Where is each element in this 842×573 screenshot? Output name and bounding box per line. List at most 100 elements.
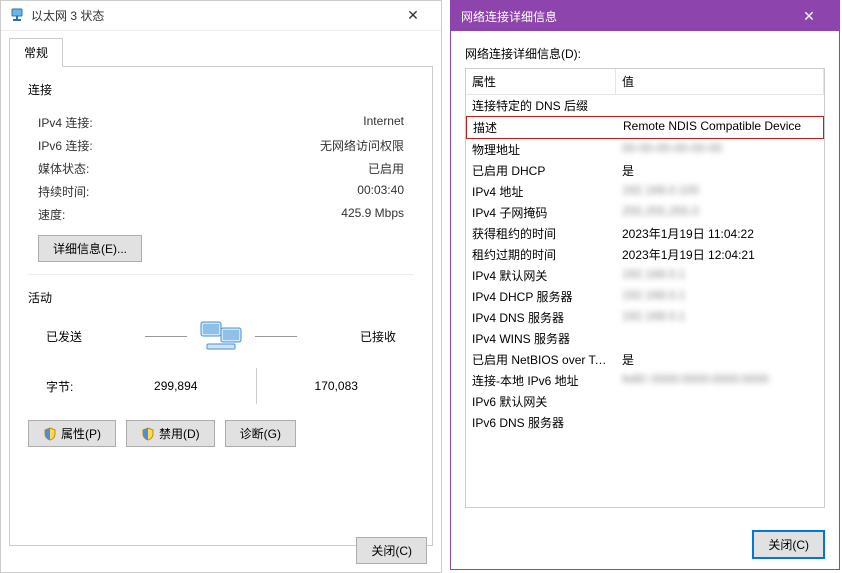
disable-button-label: 禁用(D) — [159, 425, 200, 442]
table-row[interactable]: 已启用 NetBIOS over Tc...是 — [466, 349, 824, 370]
duration-value: 00:03:40 — [357, 183, 404, 200]
bytes-recv: 170,083 — [277, 379, 397, 393]
connection-group: 连接 IPv4 连接: Internet IPv6 连接: 无网络访问权限 媒体状态… — [28, 81, 414, 266]
dash-right — [255, 336, 297, 337]
footer: 关闭(C) — [752, 530, 825, 559]
value-cell — [616, 412, 824, 433]
media-label: 媒体状态: — [38, 160, 89, 177]
properties-button-label: 属性(P) — [61, 425, 101, 442]
sent-label: 已发送 — [46, 328, 82, 345]
table-row[interactable]: 连接-本地 IPv6 地址fe80::0000:0000:0000:0000 — [466, 370, 824, 391]
property-cell: 物理地址 — [466, 139, 616, 160]
action-button-row: 属性(P) 禁用(D) 诊断(G) — [28, 420, 414, 447]
table-row[interactable]: IPv4 DNS 服务器192.168.0.1 — [466, 307, 824, 328]
bytes-separator — [256, 368, 257, 404]
value-cell: 2023年1月19日 12:04:21 — [616, 244, 824, 265]
computers-icon — [197, 316, 245, 356]
disable-button[interactable]: 禁用(D) — [126, 420, 215, 447]
value-cell: 192.168.0.1 — [616, 265, 824, 286]
activity-group: 活动 已发送 已接收 字节: 299,8 — [28, 289, 414, 404]
properties-button[interactable]: 属性(P) — [28, 420, 116, 447]
table-row[interactable]: IPv6 默认网关 — [466, 391, 824, 412]
details-table: 属性 值 连接特定的 DNS 后缀描述Remote NDIS Compatibl… — [465, 68, 825, 508]
tab-general[interactable]: 常规 — [9, 38, 63, 67]
table-row[interactable]: IPv4 默认网关192.168.0.1 — [466, 265, 824, 286]
property-cell: 获得租约的时间 — [466, 223, 616, 244]
value-cell: 是 — [616, 160, 824, 181]
table-row[interactable]: IPv6 DNS 服务器 — [466, 412, 824, 433]
value-cell: 2023年1月19日 11:04:22 — [616, 223, 824, 244]
ipv4-value: Internet — [363, 114, 404, 131]
table-row[interactable]: IPv4 子网掩码255.255.255.0 — [466, 202, 824, 223]
ethernet-status-window: 以太网 3 状态 ✕ 常规 连接 IPv4 连接: Internet IPv6 连… — [0, 0, 442, 573]
ipv6-value: 无网络访问权限 — [320, 137, 404, 154]
close-icon[interactable]: ✕ — [393, 1, 433, 31]
table-row[interactable]: 租约过期的时间2023年1月19日 12:04:21 — [466, 244, 824, 265]
table-row[interactable]: 已启用 DHCP是 — [466, 160, 824, 181]
ipv6-label: IPv6 连接: — [38, 137, 93, 154]
property-cell: IPv6 DNS 服务器 — [466, 412, 616, 433]
value-cell: 255.255.255.0 — [616, 202, 824, 223]
activity-group-title: 活动 — [28, 289, 414, 306]
recv-label: 已接收 — [360, 328, 396, 345]
shield-icon — [141, 427, 155, 441]
media-value: 已启用 — [368, 160, 404, 177]
property-cell: 连接-本地 IPv6 地址 — [466, 370, 616, 391]
table-row[interactable]: 获得租约的时间2023年1月19日 11:04:22 — [466, 223, 824, 244]
value-cell: 是 — [616, 349, 824, 370]
table-row[interactable]: IPv4 地址192.168.0.100 — [466, 181, 824, 202]
value-cell — [616, 328, 824, 349]
speed-label: 速度: — [38, 206, 65, 223]
table-body: 连接特定的 DNS 后缀描述Remote NDIS Compatible Dev… — [466, 95, 824, 433]
window-title: 以太网 3 状态 — [31, 7, 393, 24]
property-cell: 租约过期的时间 — [466, 244, 616, 265]
window-title: 网络连接详细信息 — [461, 8, 789, 25]
close-icon[interactable]: ✕ — [789, 8, 829, 25]
connection-group-title: 连接 — [28, 81, 414, 98]
table-row[interactable]: IPv4 WINS 服务器 — [466, 328, 824, 349]
table-header: 属性 值 — [466, 69, 824, 95]
property-cell: IPv4 DHCP 服务器 — [466, 286, 616, 307]
property-cell: 已启用 DHCP — [466, 160, 616, 181]
duration-label: 持续时间: — [38, 183, 89, 200]
bytes-sent: 299,894 — [116, 379, 236, 393]
value-cell: 00-00-00-00-00-00 — [616, 139, 824, 160]
table-row[interactable]: 物理地址00-00-00-00-00-00 — [466, 139, 824, 160]
value-cell: 192.168.0.1 — [616, 307, 824, 328]
property-cell: IPv4 地址 — [466, 181, 616, 202]
network-icon — [9, 8, 25, 24]
tab-content: 连接 IPv4 连接: Internet IPv6 连接: 无网络访问权限 媒体状态… — [9, 66, 433, 546]
property-cell: IPv4 子网掩码 — [466, 202, 616, 223]
ipv4-label: IPv4 连接: — [38, 114, 93, 131]
table-row[interactable]: 描述Remote NDIS Compatible Device — [466, 116, 824, 139]
header-property[interactable]: 属性 — [466, 69, 616, 94]
tab-row: 常规 — [1, 31, 441, 66]
titlebar: 以太网 3 状态 ✕ — [1, 1, 441, 31]
property-cell: IPv4 DNS 服务器 — [466, 307, 616, 328]
property-cell: 已启用 NetBIOS over Tc... — [466, 349, 616, 370]
footer: 关闭(C) — [356, 537, 427, 564]
titlebar: 网络连接详细信息 ✕ — [451, 1, 839, 31]
value-cell: Remote NDIS Compatible Device — [617, 117, 823, 138]
value-cell: 192.168.0.100 — [616, 181, 824, 202]
shield-icon — [43, 427, 57, 441]
property-cell: IPv4 默认网关 — [466, 265, 616, 286]
close-button[interactable]: 关闭(C) — [356, 537, 427, 564]
network-details-window: 网络连接详细信息 ✕ 网络连接详细信息(D): 属性 值 连接特定的 DNS 后… — [450, 0, 840, 570]
property-cell: 连接特定的 DNS 后缀 — [466, 95, 616, 116]
value-cell — [616, 95, 824, 116]
value-cell: fe80::0000:0000:0000:0000 — [616, 370, 824, 391]
speed-value: 425.9 Mbps — [341, 206, 404, 223]
value-cell: 192.168.0.1 — [616, 286, 824, 307]
value-cell — [616, 391, 824, 412]
property-cell: IPv6 默认网关 — [466, 391, 616, 412]
details-label: 网络连接详细信息(D): — [465, 45, 825, 62]
details-button[interactable]: 详细信息(E)... — [38, 235, 142, 262]
header-value[interactable]: 值 — [616, 69, 824, 94]
property-cell: 描述 — [467, 117, 617, 138]
table-row[interactable]: IPv4 DHCP 服务器192.168.0.1 — [466, 286, 824, 307]
diagnose-button[interactable]: 诊断(G) — [225, 420, 296, 447]
table-row[interactable]: 连接特定的 DNS 后缀 — [466, 95, 824, 116]
close-button[interactable]: 关闭(C) — [752, 530, 825, 559]
bytes-label: 字节: — [46, 378, 116, 395]
